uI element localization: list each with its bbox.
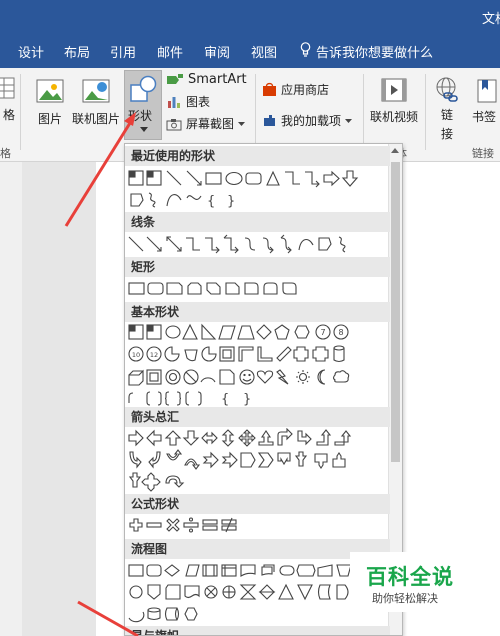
watermark-badge: 百科全说 助你轻松解决 bbox=[350, 552, 466, 612]
annotation-arrow-icon bbox=[77, 600, 139, 636]
watermark-title: 百科全说 bbox=[366, 565, 454, 589]
annotation-arrow-icon bbox=[64, 112, 136, 227]
watermark-subtitle: 助你轻松解决 bbox=[372, 592, 438, 605]
annotation-arrows bbox=[64, 112, 139, 636]
